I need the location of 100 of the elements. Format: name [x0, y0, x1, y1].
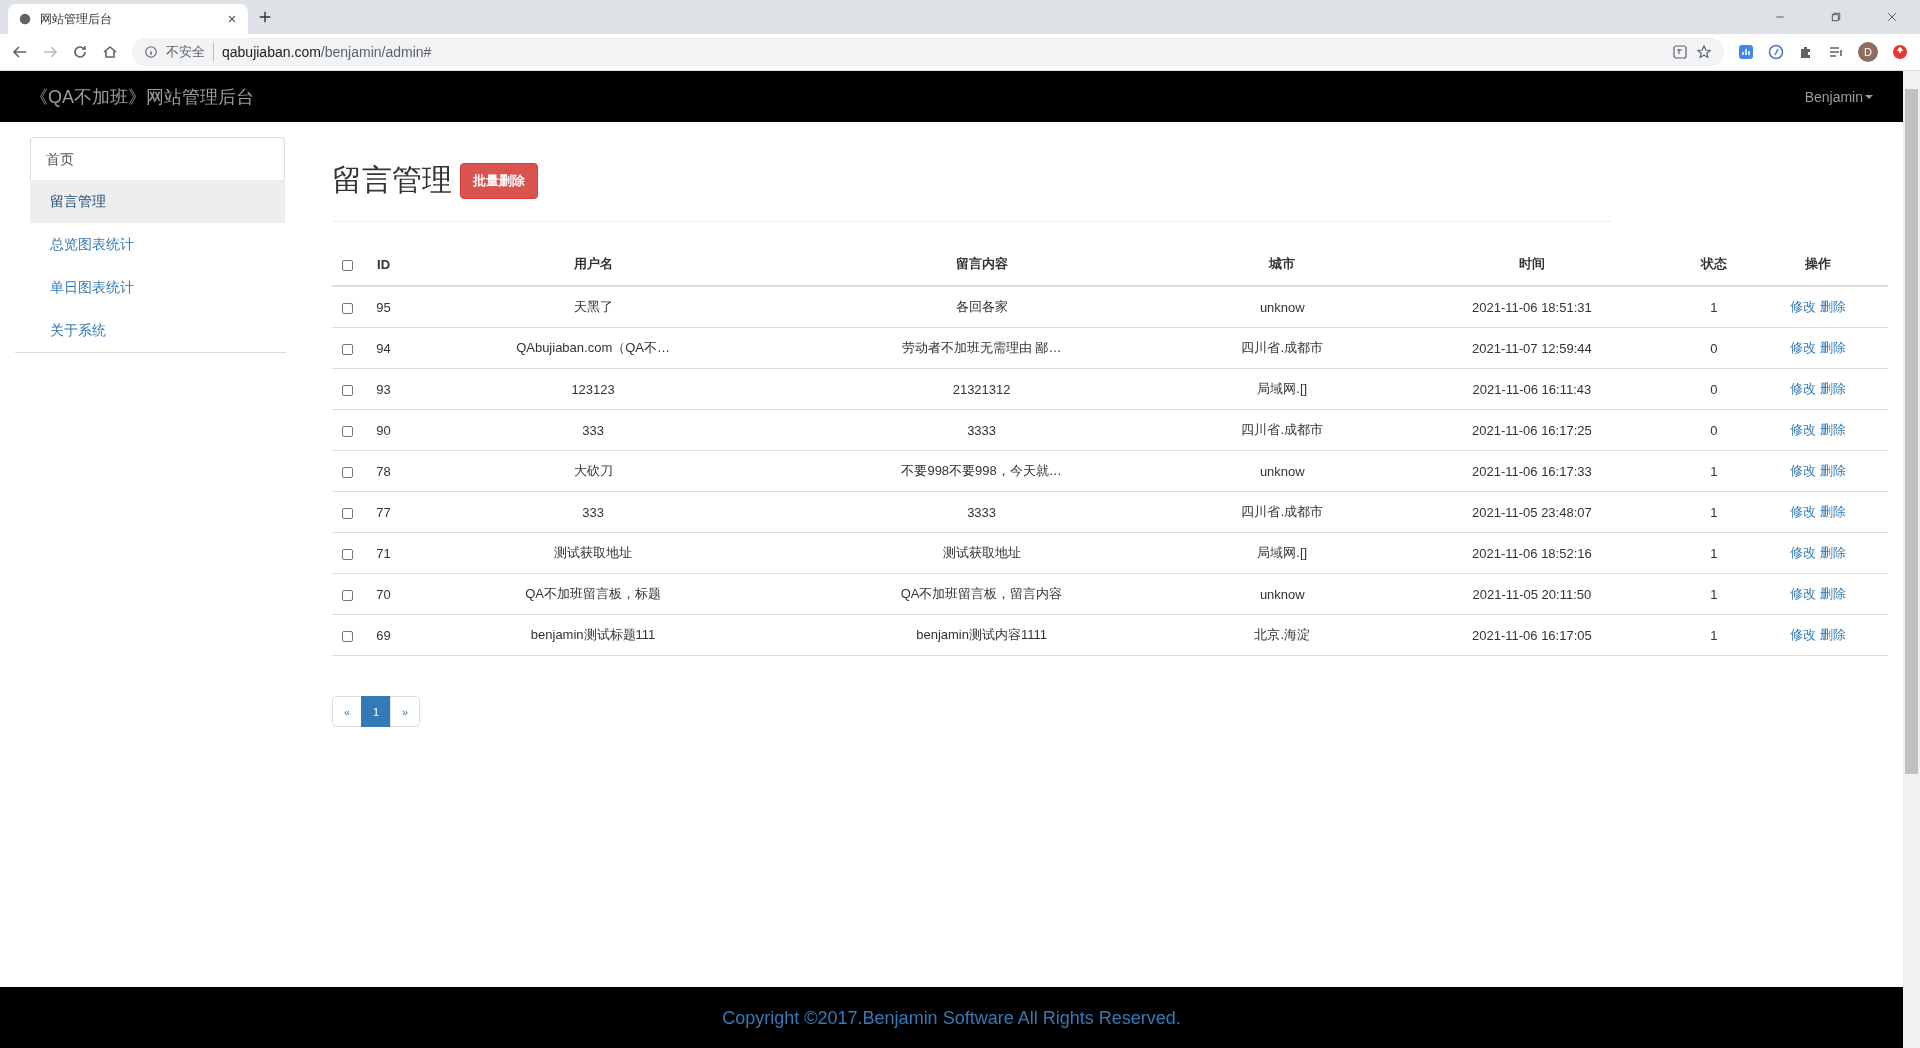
action-link[interactable]: 删除	[1819, 545, 1846, 560]
alert-icon[interactable]	[1892, 44, 1908, 60]
info-icon	[144, 45, 158, 59]
translate-icon[interactable]	[1672, 44, 1688, 60]
table-cell: unknow	[1259, 586, 1305, 602]
table-cell: 2021-11-07 12:59:44	[1472, 340, 1592, 356]
table-cell: 95	[376, 299, 391, 315]
row-checkbox[interactable]	[342, 630, 354, 642]
table-cell: 123123	[571, 381, 615, 397]
table-cell: 2021-11-06 16:17:25	[1472, 422, 1592, 438]
table-cell: 劳动者不加班无需理由 鄙…	[901, 340, 1062, 355]
action-link[interactable]: 删除	[1819, 627, 1846, 642]
user-menu[interactable]: Benjamin	[1804, 88, 1873, 105]
action-link[interactable]: 删除	[1819, 504, 1846, 519]
row-checkbox[interactable]	[342, 302, 354, 314]
table-cell: 1	[1710, 504, 1718, 520]
select-all-checkbox[interactable]	[342, 259, 354, 271]
sidebar-item[interactable]: 关于系统	[30, 309, 285, 352]
reload-icon[interactable]	[72, 44, 88, 60]
star-icon[interactable]	[1696, 44, 1712, 60]
column-header: 城市	[1269, 256, 1296, 271]
table-cell: unknow	[1259, 299, 1305, 315]
site-brand[interactable]: 《QA不加班》网站管理后台	[30, 84, 254, 109]
action-link[interactable]: 修改	[1790, 299, 1817, 314]
row-checkbox[interactable]	[342, 343, 354, 355]
browser-tab[interactable]: 网站管理后台	[8, 4, 248, 34]
column-header: 状态	[1700, 256, 1727, 271]
table-cell: 局域网.[]	[1257, 545, 1308, 560]
table-cell: 1	[1710, 545, 1718, 561]
table-cell: 70	[376, 586, 391, 602]
table-cell: 71	[376, 545, 391, 561]
close-icon[interactable]	[226, 13, 238, 25]
action-link[interactable]: 修改	[1790, 340, 1817, 355]
action-link[interactable]: 删除	[1819, 463, 1846, 478]
table-cell: 94	[376, 340, 391, 356]
row-checkbox[interactable]	[342, 384, 354, 396]
column-header: 时间	[1518, 256, 1545, 271]
restore-icon[interactable]	[1830, 11, 1842, 23]
column-header: 操作	[1804, 256, 1831, 271]
action-link[interactable]: 修改	[1790, 586, 1817, 601]
page-link[interactable]: 1	[361, 696, 391, 727]
page-title: 留言管理	[332, 162, 452, 198]
sidebar-item[interactable]: 总览图表统计	[30, 223, 285, 266]
action-link[interactable]: 修改	[1790, 381, 1817, 396]
action-link[interactable]: 修改	[1790, 545, 1817, 560]
table-cell: 0	[1710, 340, 1718, 356]
page-link[interactable]: »	[390, 696, 420, 727]
table-cell: 333	[582, 422, 604, 438]
action-link[interactable]: 修改	[1790, 504, 1817, 519]
sidebar-item[interactable]: 留言管理	[30, 180, 285, 223]
table-cell: 93	[376, 381, 391, 397]
table-cell: QA不加班留言板，留言内容	[900, 586, 1063, 601]
table-cell: 不要998不要998，今天就…	[901, 463, 1062, 478]
action-link[interactable]: 删除	[1819, 299, 1846, 314]
table-cell: 78	[376, 463, 391, 479]
table-cell: 测试获取地址	[942, 545, 1021, 560]
table-cell: 大砍刀	[573, 463, 613, 478]
action-link[interactable]: 修改	[1790, 463, 1817, 478]
row-checkbox[interactable]	[342, 548, 354, 560]
back-icon[interactable]	[12, 44, 28, 60]
row-checkbox[interactable]	[342, 425, 354, 437]
table-cell: 333	[582, 504, 604, 520]
action-link[interactable]: 修改	[1790, 627, 1817, 642]
address-bar[interactable]: 不安全 qabujiaban.com/benjamin/admin#	[132, 38, 1724, 66]
row-checkbox[interactable]	[342, 589, 354, 601]
table-cell: 1	[1710, 463, 1718, 479]
table-cell: 2021-11-06 18:52:16	[1472, 545, 1592, 561]
action-link[interactable]: 删除	[1819, 381, 1846, 396]
row-checkbox[interactable]	[342, 507, 354, 519]
compass-icon[interactable]	[1768, 44, 1784, 60]
table-cell: 2021-11-06 16:17:05	[1472, 627, 1592, 643]
home-icon[interactable]	[102, 44, 118, 60]
action-link[interactable]: 删除	[1819, 340, 1846, 355]
page-link[interactable]: «	[332, 696, 362, 727]
table-cell: 1	[1710, 627, 1718, 643]
new-tab-icon[interactable]	[258, 10, 272, 24]
table-cell: 0	[1710, 422, 1718, 438]
table-cell: QA不加班留言板，标题	[525, 586, 661, 601]
table-cell: 四川省.成都市	[1241, 504, 1324, 519]
table-cell: 北京.海淀	[1254, 627, 1311, 642]
action-link[interactable]: 删除	[1819, 586, 1846, 601]
table-cell: 各回各家	[955, 299, 1008, 314]
profile-avatar[interactable]: D	[1858, 42, 1878, 62]
table-cell: QAbujiaban.com（QA不…	[516, 340, 671, 355]
table-cell: 3333	[967, 504, 997, 520]
row-checkbox[interactable]	[342, 466, 354, 478]
playlist-icon[interactable]	[1828, 44, 1844, 60]
bar-chart-icon[interactable]	[1738, 44, 1754, 60]
table-cell: benjamin测试标题111	[530, 627, 656, 642]
close-icon[interactable]	[1886, 11, 1898, 23]
table-cell: 3333	[967, 422, 997, 438]
table-cell: 四川省.成都市	[1241, 340, 1324, 355]
sidebar-item[interactable]: 单日图表统计	[30, 266, 285, 309]
action-link[interactable]: 修改	[1790, 422, 1817, 437]
table-cell: 1	[1710, 299, 1718, 315]
action-link[interactable]: 删除	[1819, 422, 1846, 437]
column-header: 留言内容	[955, 256, 1008, 271]
column-header: ID	[377, 256, 391, 272]
bulk-delete-button[interactable]: 批量删除	[460, 162, 538, 199]
copyright-text: Copyright ©2017.Benjamin Software All Rights Reserved.	[722, 1007, 1181, 1029]
